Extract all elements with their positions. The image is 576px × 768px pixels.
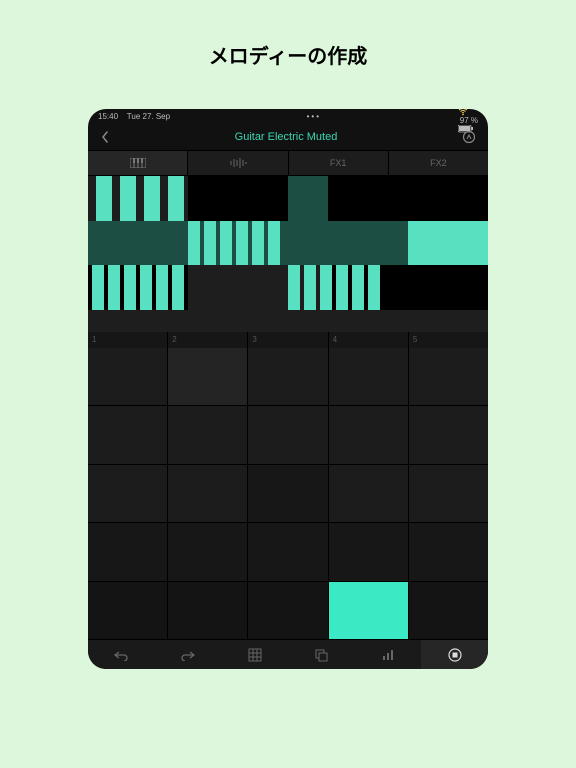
column-numbers: 1 2 3 4 5 [88, 332, 488, 348]
grid-cell[interactable] [88, 523, 167, 580]
grid-cell[interactable] [329, 523, 408, 580]
grid-cell[interactable] [329, 348, 408, 405]
grid-cell[interactable] [168, 582, 247, 639]
col-num-2: 2 [168, 332, 248, 348]
status-left: 15:40 Tue 27. Sep [98, 112, 170, 121]
status-time: 15:40 [98, 112, 118, 121]
col-num-4: 4 [329, 332, 409, 348]
redo-button[interactable] [155, 640, 222, 669]
pattern-view[interactable] [88, 176, 488, 332]
grid-cell[interactable] [409, 406, 488, 463]
grid-cell[interactable] [409, 582, 488, 639]
copy-button[interactable] [288, 640, 355, 669]
redo-icon [180, 649, 196, 661]
grid-cell[interactable] [88, 406, 167, 463]
pattern-row-4 [88, 310, 488, 332]
waveform-icon [229, 158, 247, 168]
status-date: Tue 27. Sep [127, 112, 170, 121]
tab-row: FX1 FX2 [88, 151, 488, 176]
grid-cell[interactable] [168, 406, 247, 463]
device-frame: 15:40 Tue 27. Sep ••• 97 % Guitar Electr… [88, 109, 488, 669]
tab-fx1[interactable]: FX1 [289, 151, 389, 175]
bottom-toolbar [88, 639, 488, 669]
step-grid[interactable] [88, 348, 488, 639]
wifi-icon [458, 109, 478, 116]
col-num-1: 1 [88, 332, 168, 348]
col-num-3: 3 [248, 332, 328, 348]
nav-bar: Guitar Electric Muted [88, 123, 488, 151]
copy-icon [314, 648, 328, 662]
grid-cell[interactable] [168, 523, 247, 580]
tab-keyboard[interactable] [88, 151, 188, 175]
stop-icon [448, 648, 462, 662]
page-title: メロディーの作成 [209, 40, 368, 69]
grid-cell[interactable] [409, 465, 488, 522]
grid-cell[interactable] [88, 465, 167, 522]
tab-waveform[interactable] [188, 151, 288, 175]
status-center: ••• [170, 112, 457, 121]
back-button[interactable] [100, 130, 110, 144]
grid-cell[interactable] [329, 406, 408, 463]
col-num-5: 5 [409, 332, 488, 348]
grid-cell[interactable] [329, 465, 408, 522]
grid-cell[interactable] [248, 465, 327, 522]
instrument-title: Guitar Electric Muted [235, 131, 338, 143]
grid-cell[interactable] [88, 582, 167, 639]
tab-fx2[interactable]: FX2 [389, 151, 488, 175]
undo-icon [113, 649, 129, 661]
pattern-row-1 [88, 176, 488, 221]
tempo-button[interactable] [462, 130, 476, 144]
undo-button[interactable] [88, 640, 155, 669]
grid-cell[interactable] [248, 348, 327, 405]
grid-cell-active[interactable] [329, 582, 408, 639]
grid-cell[interactable] [409, 348, 488, 405]
grid-cell[interactable] [248, 406, 327, 463]
grid-button[interactable] [221, 640, 288, 669]
grid-cell[interactable] [248, 523, 327, 580]
grid-cell[interactable] [248, 582, 327, 639]
keyboard-icon [130, 158, 146, 168]
grid-icon [248, 648, 262, 662]
bars-icon [381, 648, 395, 662]
pattern-row-3 [88, 265, 488, 310]
grid-cell[interactable] [88, 348, 167, 405]
pattern-row-2 [88, 221, 488, 266]
grid-cell[interactable] [168, 465, 247, 522]
grid-cell[interactable] [409, 523, 488, 580]
grid-cell[interactable] [168, 348, 247, 405]
stop-button[interactable] [421, 640, 488, 669]
status-bar: 15:40 Tue 27. Sep ••• 97 % [88, 109, 488, 123]
bars-button[interactable] [355, 640, 422, 669]
